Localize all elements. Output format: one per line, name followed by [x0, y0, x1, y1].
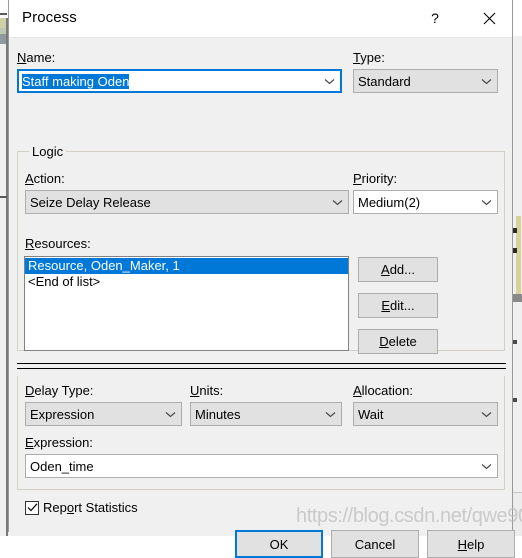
name-value: Staff making Oden: [22, 74, 129, 89]
chevron-down-icon[interactable]: [319, 411, 341, 418]
allocation-label: Allocation:: [353, 383, 413, 398]
titlebar-close-button[interactable]: [466, 0, 512, 36]
report-statistics-checkbox[interactable]: Report Statistics: [25, 500, 138, 515]
dialog-titlebar: Process ?: [9, 0, 512, 38]
resources-listbox[interactable]: Resource, Oden_Maker, 1 <End of list>: [24, 256, 349, 351]
cancel-button[interactable]: Cancel: [331, 530, 419, 558]
ok-button-label: OK: [270, 537, 289, 552]
dialog-title: Process: [22, 9, 77, 26]
expression-label: Expression:: [25, 435, 93, 450]
allocation-combobox[interactable]: Wait: [353, 402, 498, 426]
action-value: Seize Delay Release: [30, 195, 326, 210]
ok-button[interactable]: OK: [235, 530, 323, 558]
background-window-strip-right-4: [513, 228, 517, 233]
priority-combobox[interactable]: Medium(2): [353, 190, 498, 214]
background-window-strip-right-6: [513, 294, 522, 302]
resources-label: Resources:: [25, 236, 91, 251]
chevron-down-icon[interactable]: [475, 199, 497, 206]
chevron-down-icon[interactable]: [475, 411, 497, 418]
delete-button[interactable]: Delete: [358, 329, 438, 354]
chevron-down-icon[interactable]: [475, 463, 497, 470]
action-combobox[interactable]: Seize Delay Release: [25, 190, 349, 214]
chevron-down-icon[interactable]: [318, 78, 340, 85]
cancel-button-label: Cancel: [355, 537, 395, 552]
delay-type-value: Expression: [30, 407, 159, 422]
units-value: Minutes: [195, 407, 319, 422]
process-dialog: Process ? Name: Staff making Oden Type:: [8, 0, 513, 532]
delay-type-label: Delay Type:: [25, 383, 93, 398]
background-window-strip-right-7: [513, 302, 522, 492]
background-window-strip-right-8: [513, 340, 517, 344]
add-button[interactable]: Add...: [358, 257, 438, 282]
type-label: Type:: [353, 50, 385, 65]
checkbox-checked-icon[interactable]: [25, 501, 39, 515]
background-window-strip-right-5: [513, 248, 517, 253]
background-window-strip-right-9: [513, 398, 517, 402]
chevron-down-icon[interactable]: [475, 78, 497, 85]
section-separator-bottom: [17, 368, 506, 369]
section-separator-top: [17, 363, 506, 364]
chevron-down-icon[interactable]: [159, 411, 181, 418]
list-item[interactable]: <End of list>: [25, 274, 348, 290]
expression-combobox[interactable]: Oden_time: [25, 454, 498, 478]
expression-value: Oden_time: [30, 459, 475, 474]
background-window-strip-right-2: [513, 36, 522, 216]
background-window-strip-right: [513, 0, 522, 36]
chevron-down-icon[interactable]: [326, 199, 348, 206]
logic-groupbox-legend: Logic: [29, 144, 66, 159]
units-label: Units:: [190, 383, 223, 398]
background-window-edge-left-tick: [0, 13, 7, 15]
delay-type-combobox[interactable]: Expression: [25, 402, 182, 426]
background-window-strip-left: [0, 0, 8, 18]
edit-button[interactable]: Edit...: [358, 293, 438, 318]
background-window-edge-left-tick-2: [0, 196, 7, 198]
action-label: Action:: [25, 171, 65, 186]
titlebar-help-icon[interactable]: ?: [412, 0, 458, 36]
allocation-value: Wait: [358, 407, 475, 422]
name-combobox[interactable]: Staff making Oden: [17, 69, 342, 93]
priority-value: Medium(2): [358, 195, 475, 210]
priority-label: Priority:: [353, 171, 397, 186]
question-mark-icon: ?: [431, 10, 439, 26]
type-combobox[interactable]: Standard: [353, 69, 498, 93]
units-combobox[interactable]: Minutes: [190, 402, 342, 426]
close-icon: [483, 12, 496, 25]
name-label: Name:: [17, 50, 55, 65]
report-statistics-label: Report Statistics: [43, 500, 138, 515]
dialog-client-area: Name: Staff making Oden Type: Standard L…: [9, 38, 512, 532]
help-button-label: Help: [458, 537, 485, 552]
type-value: Standard: [358, 74, 475, 89]
list-item[interactable]: Resource, Oden_Maker, 1: [25, 258, 348, 274]
help-button[interactable]: Help: [427, 530, 515, 558]
